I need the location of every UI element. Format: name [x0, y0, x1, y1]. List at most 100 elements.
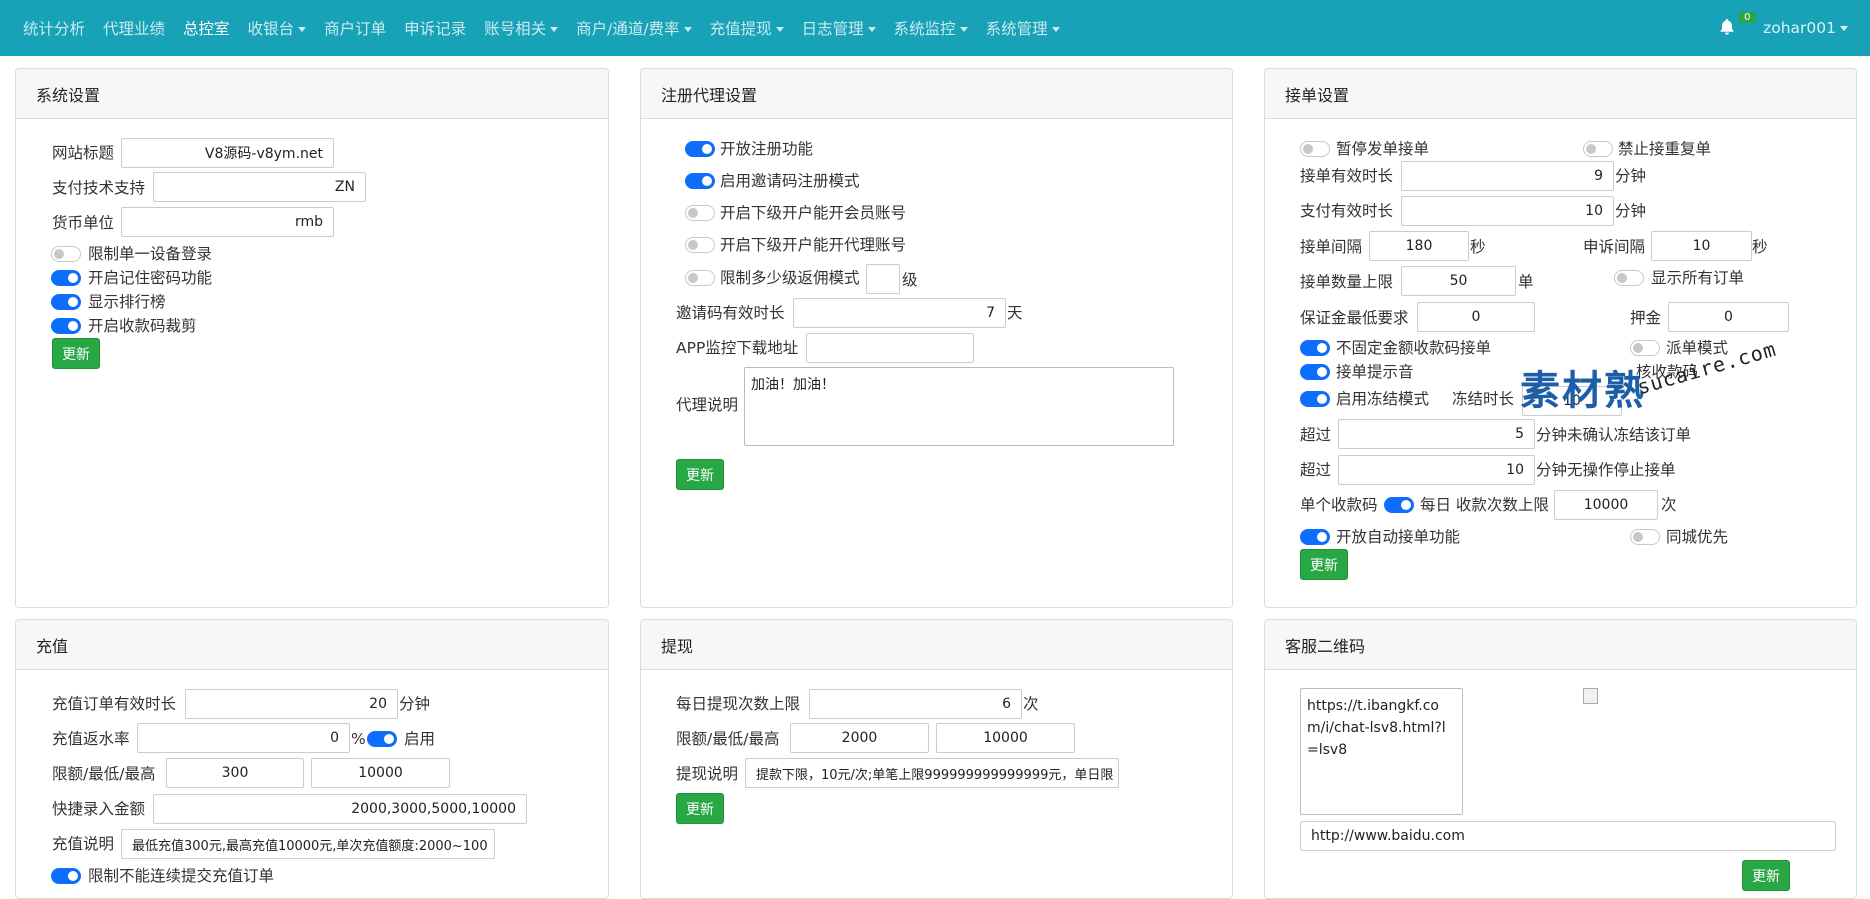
- toggle-sub-agent[interactable]: [685, 237, 715, 253]
- pay-support-input[interactable]: ZN: [153, 172, 366, 202]
- nav-item-label: 商户/通道/费率: [576, 20, 680, 38]
- qr-url-textarea[interactable]: https://t.ibangkf.com/i/chat-lsv8.html?l…: [1300, 688, 1463, 815]
- chevron-down-icon: [959, 27, 968, 32]
- enable-label: 启用: [404, 730, 436, 748]
- qr-image: [1583, 688, 1598, 704]
- toggle-show-all-orders[interactable]: [1614, 270, 1644, 286]
- recharge-desc-input[interactable]: 最低充值300元,最高充值10000元,单次充值额度:2000~100: [121, 829, 495, 859]
- link-input[interactable]: http://www.baidu.com: [1300, 821, 1836, 851]
- nav-item[interactable]: 日志管理: [802, 17, 876, 39]
- invite-duration-input[interactable]: 7: [793, 298, 1006, 328]
- toggle-no-duplicate[interactable]: [1583, 141, 1613, 157]
- toggle-pause-orders[interactable]: [1300, 141, 1330, 157]
- nav-item-label: 系统监控: [893, 20, 956, 38]
- chevron-down-icon: [1840, 26, 1848, 31]
- toggle-label: 开启下级开户能开会员账号: [720, 204, 907, 222]
- quick-amount-input[interactable]: 2000,3000,5000,10000: [153, 794, 527, 824]
- toggle-label: 禁止接重复单: [1618, 140, 1712, 158]
- chevron-down-icon: [683, 27, 692, 32]
- toggle-label: 限制不能连续提交充值订单: [88, 867, 275, 885]
- rebate-level-input[interactable]: [866, 264, 900, 294]
- site-title-input[interactable]: V8源码-v8ym.net: [121, 138, 334, 168]
- appeal-interval-input[interactable]: 10: [1651, 231, 1752, 261]
- daily-limit-input[interactable]: 10000: [1554, 490, 1658, 520]
- toggle-label: 启用邀请码注册模式: [720, 172, 860, 190]
- toggle-daily-limit[interactable]: [1384, 497, 1414, 513]
- nav-item[interactable]: 商户订单: [324, 17, 386, 39]
- toggle-order-sound[interactable]: [1300, 364, 1330, 380]
- update-button[interactable]: 更新: [52, 338, 100, 369]
- update-button[interactable]: 更新: [1300, 549, 1348, 580]
- nav-item[interactable]: 总控室: [183, 17, 230, 39]
- user-menu[interactable]: zohar001: [1763, 19, 1848, 37]
- withdraw-min-input[interactable]: 2000: [790, 723, 929, 753]
- recharge-valid-input[interactable]: 20: [185, 689, 398, 719]
- toggle-auto-order[interactable]: [1300, 529, 1330, 545]
- card-title: 系统设置: [16, 69, 608, 119]
- order-valid-input[interactable]: 9: [1401, 161, 1614, 191]
- withdraw-max-input[interactable]: 10000: [936, 723, 1075, 753]
- update-button[interactable]: 更新: [676, 459, 724, 490]
- update-button[interactable]: 更新: [676, 793, 724, 824]
- rebate-rate-label: 充值返水率: [52, 730, 130, 748]
- app-url-input[interactable]: [806, 333, 974, 363]
- nav-item-label: 统计分析: [23, 20, 86, 38]
- toggle-freeze-mode[interactable]: [1300, 391, 1330, 407]
- withdraw-desc-input[interactable]: 提款下限，10元/次;单笔上限999999999999999元，单日限: [745, 758, 1119, 788]
- toggle-single-device[interactable]: [51, 246, 81, 262]
- chevron-down-icon: [867, 27, 876, 32]
- toggle-rebate-enable[interactable]: [367, 731, 397, 747]
- toggle-ranking[interactable]: [51, 294, 81, 310]
- toggle-unfixed-amount[interactable]: [1300, 340, 1330, 356]
- notification-bell[interactable]: 0: [1719, 11, 1757, 39]
- pay-valid-label: 支付有效时长: [1300, 202, 1394, 220]
- nav-item-label: 商户订单: [324, 20, 387, 38]
- toggle-same-city[interactable]: [1630, 529, 1660, 545]
- nav-item[interactable]: 商户/通道/费率: [576, 17, 692, 39]
- toggle-label: 显示排行榜: [88, 293, 166, 311]
- order-interval-input[interactable]: 180: [1369, 231, 1469, 261]
- toggle-rebate-levels[interactable]: [685, 270, 715, 286]
- recharge-max-input[interactable]: 10000: [311, 758, 450, 788]
- update-button[interactable]: 更新: [1742, 860, 1790, 891]
- nav-item[interactable]: 申诉记录: [404, 17, 466, 39]
- nav-item[interactable]: 统计分析: [23, 17, 85, 39]
- nav-item-label: 账号相关: [484, 20, 547, 38]
- single-qr-label: 单个收款码: [1300, 496, 1378, 514]
- toggle-open-register[interactable]: [685, 141, 715, 157]
- rebate-rate-input[interactable]: 0: [137, 723, 350, 753]
- pledge-input[interactable]: 0: [1668, 302, 1789, 332]
- freeze-duration-label: 冻结时长: [1452, 390, 1515, 408]
- pay-valid-input[interactable]: 10: [1401, 196, 1614, 226]
- toggle-sub-member[interactable]: [685, 205, 715, 221]
- agent-desc-textarea[interactable]: 加油！加油！: [744, 367, 1174, 446]
- stop-timeout-input[interactable]: 10: [1338, 455, 1535, 485]
- currency-input[interactable]: rmb: [121, 207, 334, 237]
- unit: 次: [1661, 496, 1677, 514]
- nav-item[interactable]: 账号相关: [484, 17, 559, 39]
- percent-unit: %: [351, 730, 366, 748]
- nav-item[interactable]: 系统管理: [986, 17, 1060, 39]
- toggle-qr-crop[interactable]: [51, 318, 81, 334]
- freeze-timeout-input[interactable]: 5: [1338, 419, 1535, 449]
- order-max-input[interactable]: 50: [1401, 266, 1516, 296]
- withdraw-daily-input[interactable]: 6: [809, 689, 1022, 719]
- toggle-label: 不固定金额收款码接单: [1336, 339, 1492, 357]
- deposit-label: 保证金最低要求: [1300, 309, 1409, 327]
- nav-item[interactable]: 代理业绩: [103, 17, 165, 39]
- recharge-min-input[interactable]: 300: [166, 758, 304, 788]
- nav-item[interactable]: 充值提现: [710, 17, 784, 39]
- nav-menu: 统计分析 代理业绩 总控室 收银台 商户订单 申诉记录 账号相关 商户/通道/费率 充值提现 日志…: [14, 17, 1069, 39]
- chevron-down-icon: [550, 27, 559, 32]
- toggle-limit-consecutive[interactable]: [51, 868, 81, 884]
- toggle-dispatch-mode[interactable]: [1630, 340, 1660, 356]
- deposit-input[interactable]: 0: [1417, 302, 1535, 332]
- nav-item-label: 代理业绩: [103, 20, 166, 38]
- nav-item[interactable]: 系统监控: [894, 17, 968, 39]
- toggle-invite-code[interactable]: [685, 173, 715, 189]
- nav-item-label: 系统管理: [985, 20, 1048, 38]
- site-title-label: 网站标题: [52, 144, 115, 162]
- withdraw-desc-label: 提现说明: [676, 765, 739, 783]
- toggle-remember-password[interactable]: [51, 270, 81, 286]
- nav-item[interactable]: 收银台: [248, 17, 307, 39]
